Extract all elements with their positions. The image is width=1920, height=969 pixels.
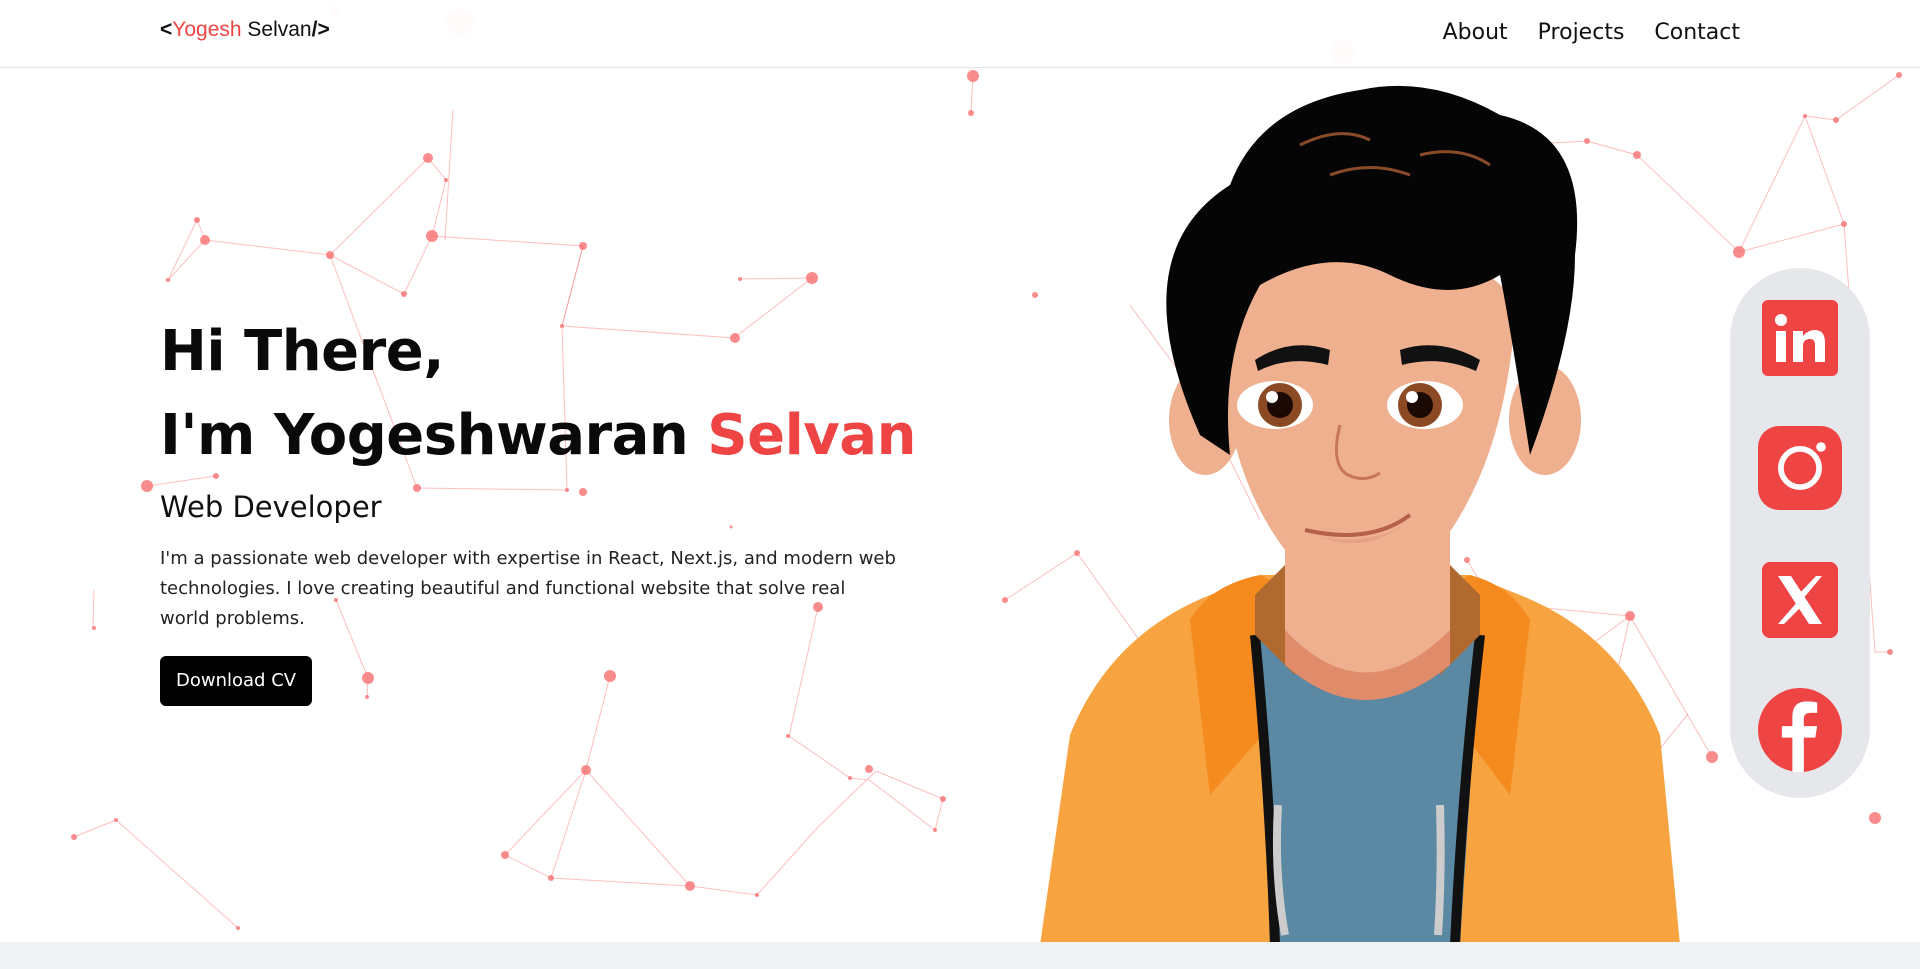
hero-intro: I'm Yogeshwaran xyxy=(160,403,708,468)
navbar: <Yogesh Selvan/> About Projects Contact xyxy=(0,0,1920,68)
instagram-icon xyxy=(1758,426,1842,510)
logo-first-name: Yogesh xyxy=(172,18,242,41)
linkedin-link[interactable] xyxy=(1758,296,1842,380)
avatar-illustration xyxy=(1040,85,1680,945)
logo-last-name: Selvan xyxy=(241,18,312,41)
logo-close-bracket: /> xyxy=(311,18,330,41)
hero-heading: Hi There, I'm Yogeshwaran Selvan xyxy=(160,310,920,478)
nav-about-link[interactable]: About xyxy=(1443,20,1508,45)
x-icon xyxy=(1762,562,1838,638)
hero-description: I'm a passionate web developer with expe… xyxy=(160,548,896,629)
site-logo[interactable]: <Yogesh Selvan/> xyxy=(160,18,330,42)
nav-projects-link[interactable]: Projects xyxy=(1538,20,1625,45)
logo-open-bracket: < xyxy=(160,18,173,41)
social-links-panel xyxy=(1730,268,1870,798)
facebook-link[interactable] xyxy=(1758,688,1842,772)
download-cv-button[interactable]: Download CV xyxy=(160,656,313,706)
instagram-link[interactable] xyxy=(1758,426,1842,510)
hero-surname: Selvan xyxy=(707,403,916,468)
hero-greeting: Hi There, xyxy=(160,319,444,384)
hero-role: Web Developer xyxy=(160,490,382,524)
hero-section: Hi There, I'm Yogeshwaran Selvan Web Dev… xyxy=(160,310,920,706)
nav-links: About Projects Contact xyxy=(1443,20,1740,45)
linkedin-icon xyxy=(1762,300,1838,376)
nav-contact-link[interactable]: Contact xyxy=(1654,20,1740,45)
x-link[interactable] xyxy=(1758,558,1842,642)
facebook-icon xyxy=(1758,688,1842,772)
page-footer-strip xyxy=(0,942,1920,969)
